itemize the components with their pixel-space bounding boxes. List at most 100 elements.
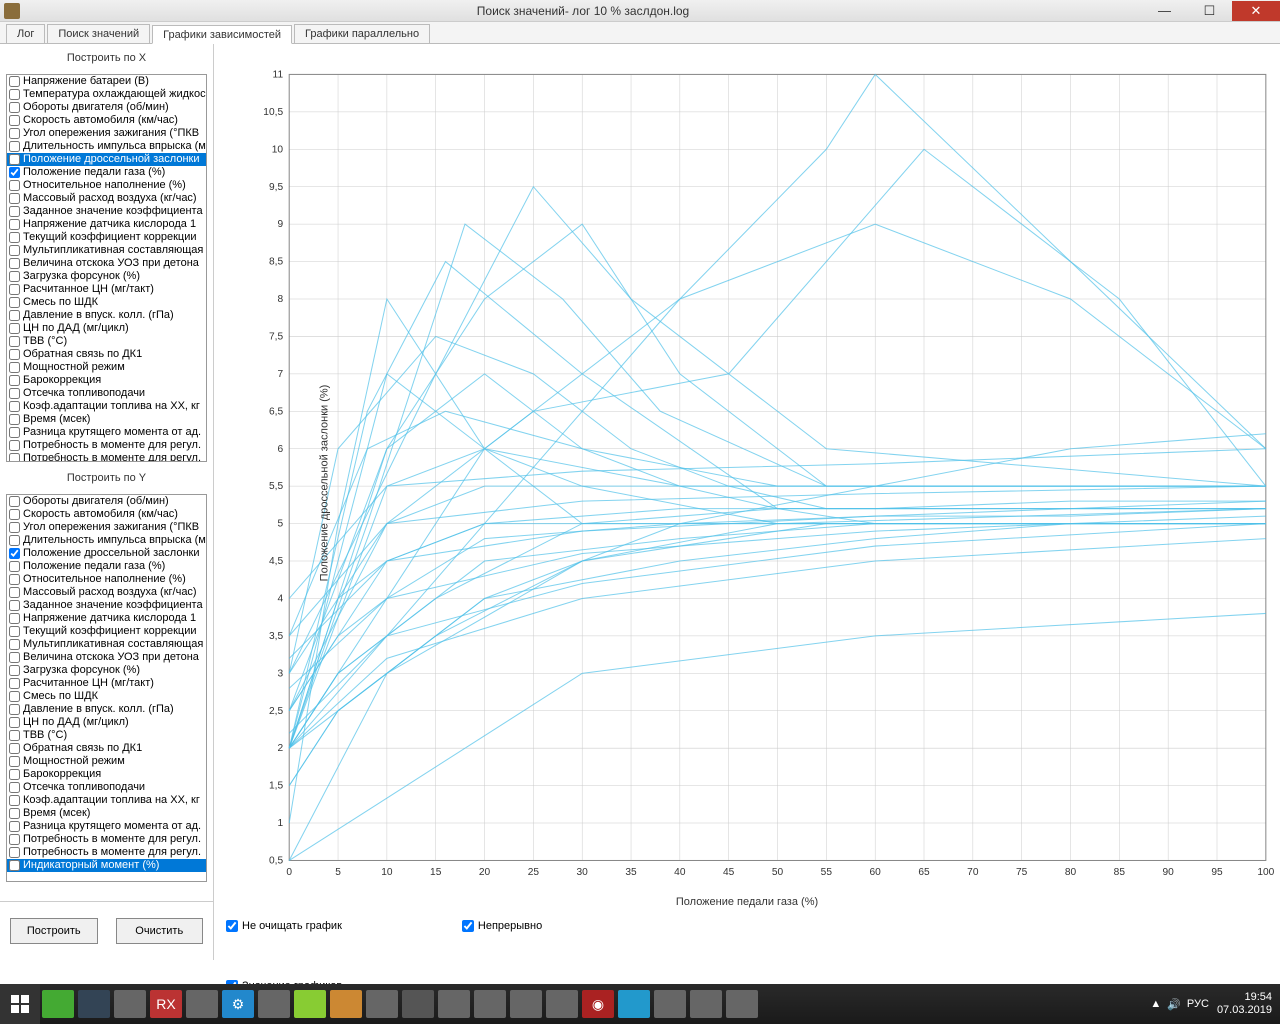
list-checkbox[interactable] — [9, 206, 20, 217]
tab-Поиск значений[interactable]: Поиск значений — [47, 24, 150, 43]
taskbar-icon[interactable] — [474, 990, 506, 1018]
build-button[interactable]: Построить — [10, 918, 98, 944]
list-checkbox[interactable] — [9, 522, 20, 533]
list-item[interactable]: Температура охлаждающей жидкос — [7, 88, 206, 101]
clock[interactable]: 19:54 07.03.2019 — [1217, 991, 1280, 1017]
list-item[interactable]: Массовый расход воздуха (кг/час) — [7, 192, 206, 205]
list-item[interactable]: Угол опережения зажигания (°ПКВ — [7, 127, 206, 140]
list-checkbox[interactable] — [9, 769, 20, 780]
list-checkbox[interactable] — [9, 626, 20, 637]
option-no-clear[interactable]: Не очищать график — [226, 920, 342, 932]
list-checkbox[interactable] — [9, 219, 20, 230]
list-checkbox[interactable] — [9, 232, 20, 243]
list-item[interactable]: Потребность в моменте для регул. — [7, 833, 206, 846]
list-item[interactable]: Барокоррекция — [7, 768, 206, 781]
taskbar-icon[interactable] — [294, 990, 326, 1018]
list-checkbox[interactable] — [9, 362, 20, 373]
list-checkbox[interactable] — [9, 652, 20, 663]
close-button[interactable]: ✕ — [1232, 1, 1280, 21]
minimize-button[interactable]: — — [1142, 1, 1187, 21]
tray-icon[interactable]: 🔊 — [1167, 998, 1181, 1011]
list-checkbox[interactable] — [9, 691, 20, 702]
list-item[interactable]: Длительность импульса впрыска (м — [7, 140, 206, 153]
list-checkbox[interactable] — [9, 245, 20, 256]
list-item[interactable]: Время (мсек) — [7, 413, 206, 426]
list-item[interactable]: Смесь по ШДК — [7, 296, 206, 309]
list-item[interactable]: Барокоррекция — [7, 374, 206, 387]
taskbar-icon[interactable] — [366, 990, 398, 1018]
list-checkbox[interactable] — [9, 600, 20, 611]
list-checkbox[interactable] — [9, 310, 20, 321]
list-checkbox[interactable] — [9, 730, 20, 741]
list-checkbox[interactable] — [9, 496, 20, 507]
list-item[interactable]: Расчитанное ЦН (мг/такт) — [7, 283, 206, 296]
list-item[interactable]: Мощностной режим — [7, 755, 206, 768]
taskbar-icon[interactable] — [654, 990, 686, 1018]
list-item[interactable]: ТВВ (°С) — [7, 335, 206, 348]
list-checkbox[interactable] — [9, 717, 20, 728]
list-checkbox[interactable] — [9, 665, 20, 676]
system-tray[interactable]: ▲ 🔊 РУС — [1142, 998, 1217, 1011]
list-checkbox[interactable] — [9, 782, 20, 793]
list-item[interactable]: Угол опережения зажигания (°ПКВ — [7, 521, 206, 534]
tab-Графики зависимостей[interactable]: Графики зависимостей — [152, 25, 292, 44]
list-checkbox[interactable] — [9, 704, 20, 715]
list-item[interactable]: Мультипликативная составляющая — [7, 638, 206, 651]
list-item[interactable]: Скорость автомобиля (км/час) — [7, 114, 206, 127]
taskbar-icon[interactable] — [186, 990, 218, 1018]
list-item[interactable]: Напряжение батареи (В) — [7, 75, 206, 88]
list-item[interactable]: Обратная связь по ДК1 — [7, 742, 206, 755]
list-item[interactable]: Относительное наполнение (%) — [7, 179, 206, 192]
list-item[interactable]: Напряжение датчика кислорода 1 — [7, 612, 206, 625]
taskbar-icon[interactable] — [510, 990, 542, 1018]
list-checkbox[interactable] — [9, 336, 20, 347]
list-checkbox[interactable] — [9, 574, 20, 585]
list-checkbox[interactable] — [9, 509, 20, 520]
list-checkbox[interactable] — [9, 297, 20, 308]
list-item[interactable]: ТВВ (°С) — [7, 729, 206, 742]
y-listbox[interactable]: Обороты двигателя (об/мин)Скорость автом… — [6, 494, 207, 882]
list-item[interactable]: Смесь по ШДК — [7, 690, 206, 703]
list-checkbox[interactable] — [9, 349, 20, 360]
taskbar-icon[interactable] — [402, 990, 434, 1018]
taskbar-icon[interactable] — [546, 990, 578, 1018]
list-item[interactable]: Заданное значение коэффициента — [7, 205, 206, 218]
x-listbox[interactable]: Напряжение батареи (В)Температура охлажд… — [6, 74, 207, 462]
list-checkbox[interactable] — [9, 613, 20, 624]
option-continuous[interactable]: Непрерывно — [462, 920, 542, 932]
list-item[interactable]: Давление в впуск. колл. (гПа) — [7, 309, 206, 322]
clear-button[interactable]: Очистить — [116, 918, 204, 944]
list-item[interactable]: Расчитанное ЦН (мг/такт) — [7, 677, 206, 690]
list-item[interactable]: Коэф.адаптации топлива на ХХ, кг — [7, 400, 206, 413]
tray-icon[interactable]: ▲ — [1150, 998, 1161, 1010]
list-checkbox[interactable] — [9, 388, 20, 399]
list-checkbox[interactable] — [9, 427, 20, 438]
list-checkbox[interactable] — [9, 258, 20, 269]
list-item[interactable]: Давление в впуск. колл. (гПа) — [7, 703, 206, 716]
list-item[interactable]: Обратная связь по ДК1 — [7, 348, 206, 361]
list-checkbox[interactable] — [9, 115, 20, 126]
list-checkbox[interactable] — [9, 834, 20, 845]
list-checkbox[interactable] — [9, 193, 20, 204]
list-item[interactable]: Загрузка форсунок (%) — [7, 270, 206, 283]
taskbar-icon[interactable] — [690, 990, 722, 1018]
list-checkbox[interactable] — [9, 102, 20, 113]
list-item[interactable]: Напряжение датчика кислорода 1 — [7, 218, 206, 231]
list-checkbox[interactable] — [9, 743, 20, 754]
list-checkbox[interactable] — [9, 401, 20, 412]
list-checkbox[interactable] — [9, 453, 20, 462]
list-item[interactable]: Текущий коэффициент коррекции — [7, 231, 206, 244]
list-item[interactable]: Время (мсек) — [7, 807, 206, 820]
list-checkbox[interactable] — [9, 860, 20, 871]
list-checkbox[interactable] — [9, 180, 20, 191]
list-item[interactable]: Коэф.адаптации топлива на ХХ, кг — [7, 794, 206, 807]
list-item[interactable]: Мощностной режим — [7, 361, 206, 374]
list-item[interactable]: Потребность в моменте для регул. — [7, 846, 206, 859]
list-checkbox[interactable] — [9, 154, 20, 165]
taskbar-icon[interactable] — [78, 990, 110, 1018]
taskbar-icon[interactable] — [258, 990, 290, 1018]
list-item[interactable]: Разница крутящего момента от ад. — [7, 820, 206, 833]
list-checkbox[interactable] — [9, 128, 20, 139]
list-item[interactable]: Загрузка форсунок (%) — [7, 664, 206, 677]
list-item[interactable]: ЦН по ДАД (мг/цикл) — [7, 322, 206, 335]
